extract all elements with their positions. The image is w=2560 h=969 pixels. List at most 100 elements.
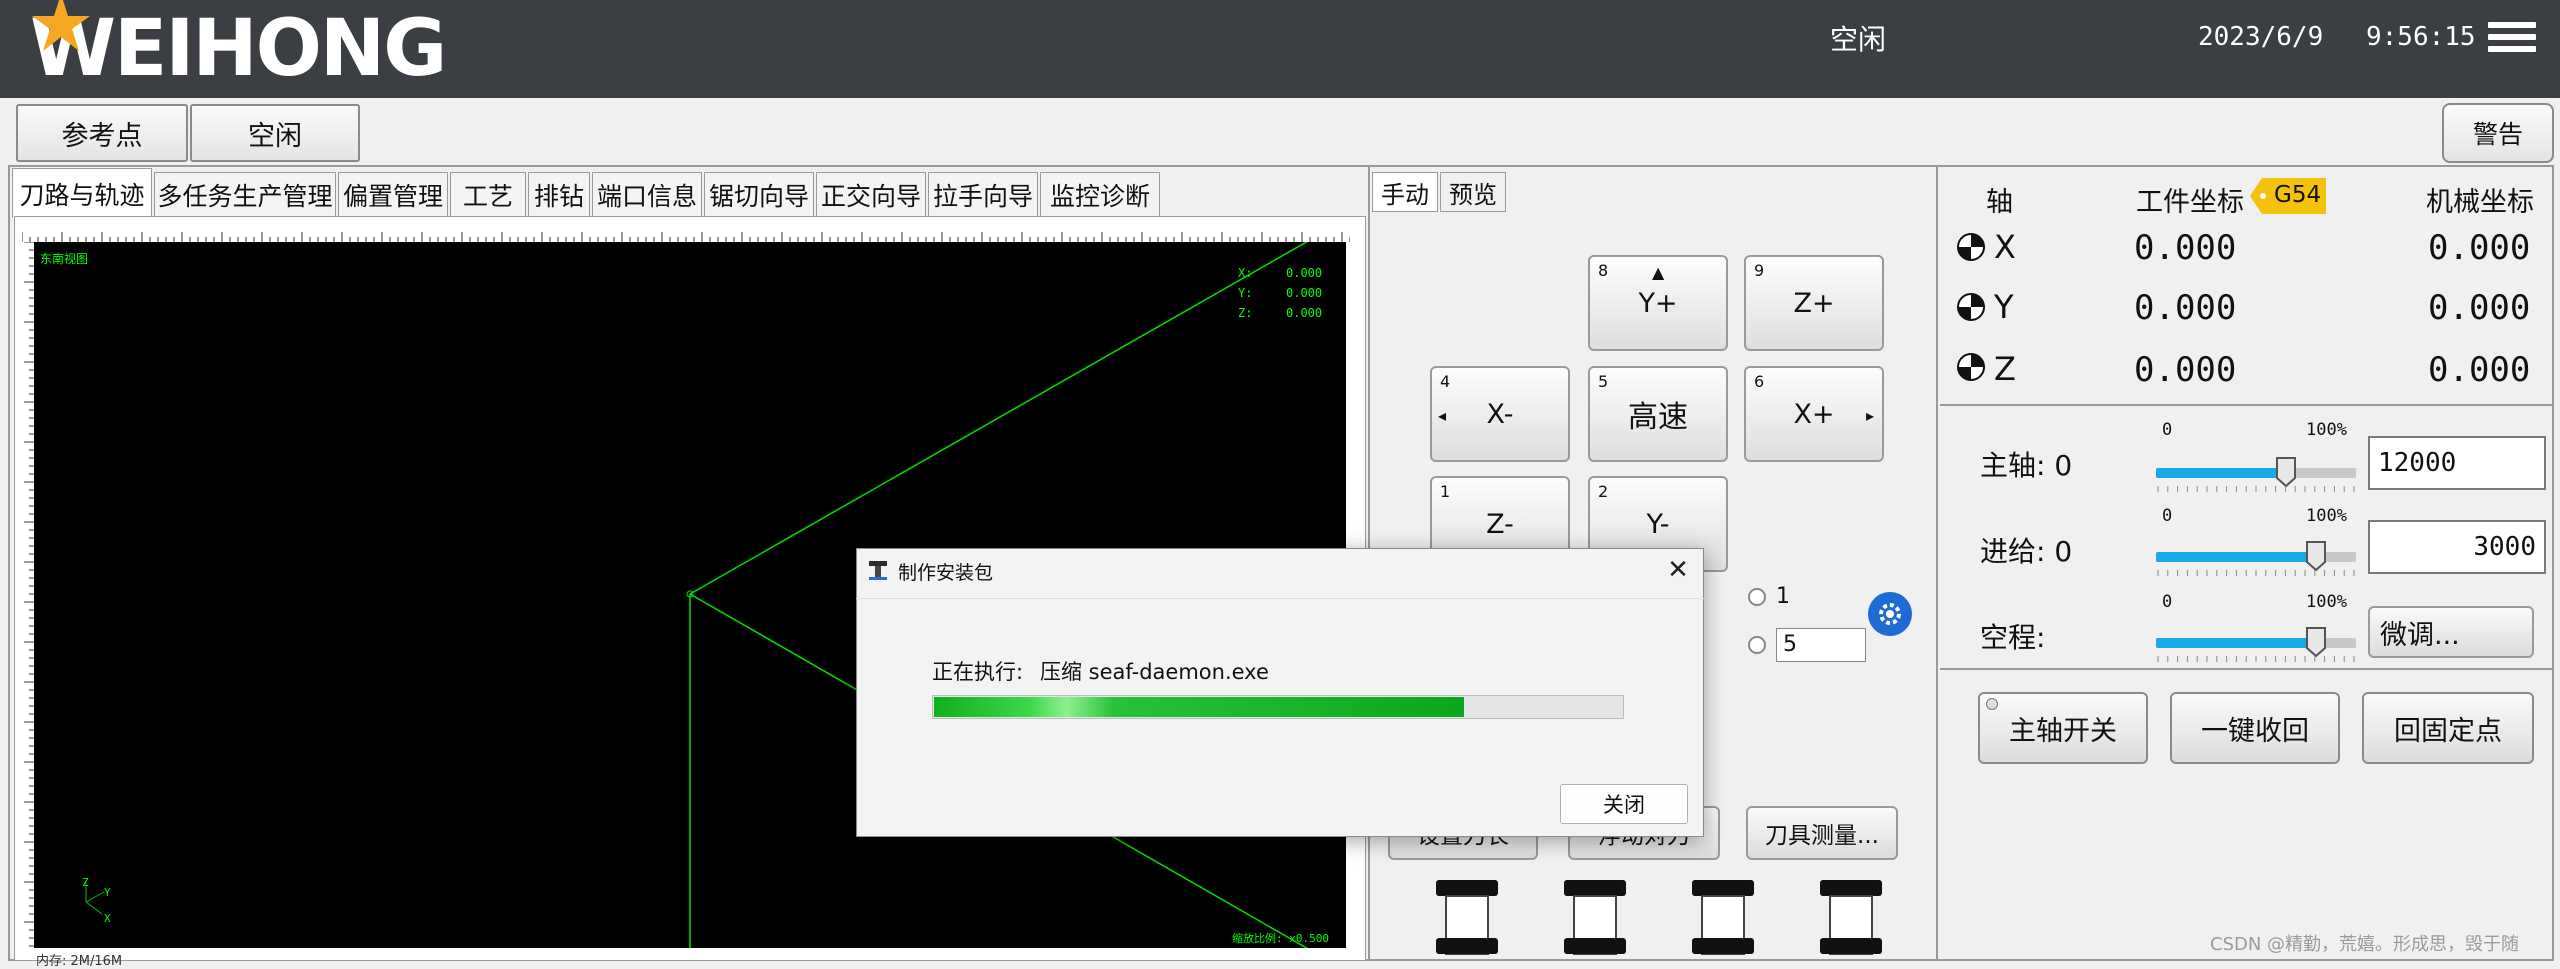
arrow-left-icon: ◂: [1438, 406, 1447, 425]
jog-label: Y-: [1646, 508, 1670, 540]
axis-x-label: X: [1994, 228, 2016, 266]
current-time: 9:56:15: [2366, 22, 2476, 52]
jog-key-number: 2: [1598, 482, 1609, 501]
feed-slider-ticks: [2157, 570, 2355, 576]
vp-x-value: 0.000: [1286, 266, 1323, 280]
spindle-slider-thumb[interactable]: [2275, 456, 2297, 488]
feed-scale-min: 0: [2162, 506, 2173, 526]
jog-z-plus-button[interactable]: 9 Z+: [1744, 255, 1884, 351]
idle-status-button[interactable]: 空闲: [190, 104, 360, 162]
fine-tune-button[interactable]: 微调...: [2368, 606, 2534, 658]
wcs-badge-label: G54: [2274, 182, 2322, 208]
step-radio-custom[interactable]: [1748, 636, 1766, 654]
dialog-title: 制作安装包: [898, 562, 994, 584]
tab-drill[interactable]: 排钻: [528, 172, 590, 216]
tool-holder-icon: [1692, 880, 1754, 955]
feed-rate-input[interactable]: 3000: [2368, 520, 2546, 574]
tab-orthogonal-wizard[interactable]: 正交向导: [816, 172, 926, 216]
spindle-scale-min: 0: [2162, 420, 2173, 440]
tab-offset[interactable]: 偏置管理: [338, 172, 448, 216]
machine-z-value: 0.000: [2428, 350, 2531, 390]
spindle-speed-input[interactable]: 12000: [2368, 436, 2546, 490]
tab-monitor-diagnosis[interactable]: 监控诊断: [1040, 172, 1160, 216]
tab-process[interactable]: 工艺: [450, 172, 526, 216]
work-x-value: 0.000: [2134, 228, 2237, 268]
step-radio-1[interactable]: [1748, 588, 1766, 606]
feed-override-label: 进给: 0: [1980, 535, 2073, 568]
machine-status: 空闲: [1830, 23, 1887, 56]
wcs-badge[interactable]: G54: [2250, 178, 2326, 214]
work-z-value: 0.000: [2134, 350, 2237, 390]
one-key-retract-button[interactable]: 一键收回: [2170, 692, 2340, 764]
machine-y-value: 0.000: [2428, 288, 2531, 328]
view-name-label: 东南视图: [40, 252, 89, 266]
axis-z-label: Z: [1994, 350, 2016, 388]
jog-key-number: 8: [1598, 261, 1609, 280]
spindle-slider-ticks: [2157, 486, 2355, 492]
jog-label: Z+: [1793, 287, 1835, 319]
jog-label: Z-: [1486, 508, 1514, 540]
current-date: 2023/6/9: [2198, 22, 2324, 52]
tab-manual[interactable]: 手动: [1372, 172, 1438, 212]
jog-label: X-: [1486, 398, 1514, 430]
tool-holder-icon: [1436, 880, 1498, 955]
tab-port-info[interactable]: 端口信息: [592, 172, 702, 216]
jog-x-minus-button[interactable]: 4 ◂ X-: [1430, 366, 1570, 462]
jog-x-plus-button[interactable]: 6 ▸ X+: [1744, 366, 1884, 462]
jog-high-speed-button[interactable]: 5 高速: [1588, 366, 1728, 462]
rapid-scale-max: 100%: [2306, 592, 2347, 612]
tab-handle-wizard[interactable]: 拉手向导: [928, 172, 1038, 216]
tab-multitask[interactable]: 多任务生产管理: [154, 172, 336, 216]
jog-key-number: 9: [1754, 261, 1765, 280]
tab-toolpath[interactable]: 刀路与轨迹: [12, 168, 152, 218]
jog-label: X+: [1793, 398, 1835, 430]
tool-holder-icon: [1564, 880, 1626, 955]
axis-y-icon: [1957, 293, 1985, 321]
tab-saw-wizard[interactable]: 锯切向导: [704, 172, 814, 216]
step-radio-1-label: 1: [1776, 584, 1790, 609]
hamburger-menu-icon[interactable]: [2488, 22, 2536, 52]
axis-y-label: Y: [104, 886, 111, 899]
reference-point-button[interactable]: 参考点: [16, 104, 188, 162]
axis-x-icon: [1957, 233, 1985, 261]
spindle-override-label: 主轴: 0: [1980, 449, 2073, 482]
jog-key-number: 4: [1440, 372, 1451, 391]
ruler-left: [24, 242, 34, 947]
vp-z-value: 0.000: [1286, 306, 1323, 320]
feed-slider-thumb[interactable]: [2305, 540, 2327, 572]
work-coord-header: 工件坐标: [2136, 187, 2244, 218]
return-fixed-point-button[interactable]: 回固定点: [2362, 692, 2534, 764]
work-y-value: 0.000: [2134, 288, 2237, 328]
spindle-slider-fill: [2156, 468, 2286, 478]
rapid-slider-fill: [2156, 638, 2316, 648]
watermark: CSDN @精勤，荒嬉。形成思，毁于随: [2210, 934, 2520, 955]
gear-icon: [1879, 603, 1901, 625]
installer-app-icon: [869, 561, 887, 580]
warning-button[interactable]: 警告: [2442, 103, 2554, 163]
axis-z-icon: [1957, 353, 1985, 381]
axis-x-label: X: [104, 912, 111, 925]
progress-status-label: 正在执行:: [932, 660, 1024, 684]
jog-label: 高速: [1628, 400, 1688, 435]
dialog-close-icon[interactable]: ✕: [1662, 554, 1694, 586]
divider: [1940, 404, 2554, 406]
spindle-toggle-button[interactable]: 主轴开关: [1978, 692, 2148, 764]
feed-scale-max: 100%: [2306, 506, 2347, 526]
jog-y-plus-button[interactable]: 8 ▲ Y+: [1588, 255, 1728, 351]
tab-preview[interactable]: 预览: [1440, 172, 1506, 212]
rapid-scale-min: 0: [2162, 592, 2173, 612]
step-input[interactable]: 5: [1776, 628, 1866, 662]
weihong-logo: WEIHONG: [30, 4, 447, 94]
machine-coord-header: 机械坐标: [2426, 187, 2534, 218]
dialog-close-button[interactable]: 关闭: [1560, 784, 1688, 824]
vp-y-label: Y:: [1238, 286, 1253, 300]
spindle-scale-max: 100%: [2306, 420, 2347, 440]
tool-measure-button[interactable]: 刀具测量...: [1746, 806, 1898, 860]
jog-key-number: 6: [1754, 372, 1765, 391]
dialog-title-divider: [856, 598, 1704, 599]
step-settings-button[interactable]: [1868, 592, 1912, 636]
spindle-indicator-icon: [1986, 698, 1998, 710]
ruler-top: [22, 232, 1350, 242]
vp-y-value: 0.000: [1286, 286, 1323, 300]
rapid-slider-thumb[interactable]: [2305, 626, 2327, 658]
